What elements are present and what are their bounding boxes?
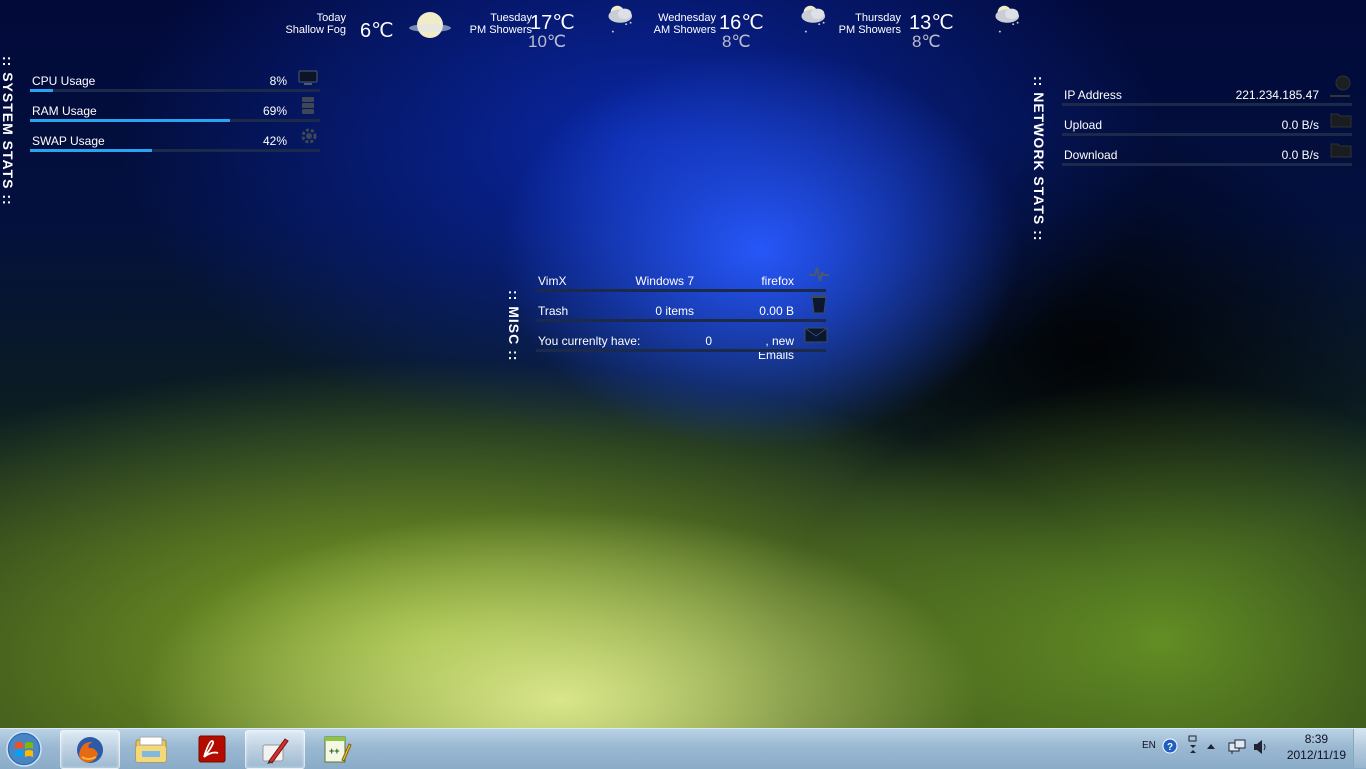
system-stats-title: :: SYSTEM STATS :: xyxy=(0,56,16,206)
ram-usage-track xyxy=(30,119,320,122)
network-stats-title: :: NETWORK STATS :: xyxy=(1031,76,1047,242)
ip-address-value: 221.234.185.47 xyxy=(1235,88,1319,102)
misc-row-system: VimX Windows 7 firefox xyxy=(536,267,829,300)
ram-usage-value: 69% xyxy=(262,104,287,118)
download-value: 0.0 B/s xyxy=(1281,148,1319,162)
download-track xyxy=(1062,163,1352,166)
pulse-icon xyxy=(809,267,829,282)
weather-day-label: Today Shallow Fog xyxy=(266,12,346,36)
showers-icon xyxy=(995,5,1020,33)
cpu-usage-label: CPU Usage xyxy=(32,74,96,88)
taskbar-firefox-button[interactable] xyxy=(60,730,120,769)
trash-items: 0 items xyxy=(655,304,694,318)
trash-icon[interactable] xyxy=(810,293,828,315)
fog-moon-icon xyxy=(409,12,451,38)
show-desktop-button[interactable] xyxy=(1353,729,1366,768)
chevron-up-icon[interactable] xyxy=(1206,742,1216,750)
folder-icon xyxy=(1330,113,1352,128)
clock-date: 2012/11/19 xyxy=(1286,748,1346,762)
email-count: 0 xyxy=(705,334,712,348)
upload-track xyxy=(1062,133,1352,136)
globe-icon xyxy=(1330,75,1351,97)
misc-browser-name: firefox xyxy=(761,274,794,288)
ram-usage-fill xyxy=(30,119,230,122)
swap-usage-value: 42% xyxy=(262,134,287,148)
misc-row-email: You currenlty have: 0 , new Emails xyxy=(536,327,828,362)
upload-value: 0.0 B/s xyxy=(1281,118,1319,132)
monitor-icon xyxy=(298,70,318,85)
swap-usage-label: SWAP Usage xyxy=(32,134,105,148)
windows-start-icon[interactable] xyxy=(4,730,44,768)
gear-icon xyxy=(301,128,317,144)
weather-day-label: Tuesday PM Showers xyxy=(452,12,532,36)
upload-row: Upload 0.0 B/s xyxy=(1062,113,1352,144)
taskbar-paint-button[interactable] xyxy=(245,730,305,769)
options-icon[interactable] xyxy=(1187,735,1199,755)
weather-condition: AM Showers xyxy=(653,24,716,36)
folder-icon xyxy=(1330,143,1352,158)
paint-icon xyxy=(262,738,289,764)
swap-usage-fill xyxy=(30,149,152,152)
misc-track xyxy=(536,289,826,292)
notepad-plus-icon: ++ xyxy=(324,736,352,763)
misc-title: :: MISC :: xyxy=(506,290,522,362)
trash-size: 0.00 B xyxy=(759,304,794,318)
taskbar-notepad-plus-button[interactable]: ++ xyxy=(307,730,365,767)
weather-condition: Shallow Fog xyxy=(285,24,346,36)
ip-address-label: IP Address xyxy=(1064,88,1122,102)
weather-day-name: Tuesday xyxy=(490,12,532,24)
taskbar-explorer-button[interactable] xyxy=(121,730,179,767)
ip-address-row: IP Address 221.234.185.47 xyxy=(1062,75,1352,114)
misc-track xyxy=(536,319,826,322)
ram-usage-row: RAM Usage 69% xyxy=(30,97,320,130)
ram-icon xyxy=(302,97,314,114)
clock[interactable]: 8:39 2012/11/19 xyxy=(1287,731,1346,763)
upload-label: Upload xyxy=(1064,118,1103,132)
language-indicator[interactable]: EN xyxy=(1142,740,1156,751)
clock-time: 8:39 xyxy=(1304,732,1329,746)
help-icon[interactable]: ? xyxy=(1162,738,1178,754)
weather-condition: PM Showers xyxy=(838,24,901,36)
weather-low-temp: 8℃ xyxy=(722,32,751,51)
mail-icon[interactable] xyxy=(804,327,828,343)
desktop[interactable]: :: SYSTEM STATS :: CPU Usage 8% RAM Usag… xyxy=(0,0,1366,728)
svg-text:?: ? xyxy=(1167,742,1173,753)
misc-app-name: VimX xyxy=(538,274,567,288)
weather-day-name: Today xyxy=(316,12,346,24)
cpu-usage-value: 8% xyxy=(269,74,287,88)
weather-low-temp: 10℃ xyxy=(528,32,567,51)
email-suffix: , new Emails xyxy=(757,334,794,362)
email-label: You currenlty have: xyxy=(538,334,641,348)
misc-row-trash[interactable]: Trash 0 items 0.00 B xyxy=(536,295,827,330)
misc-track xyxy=(536,349,826,352)
ram-usage-label: RAM Usage xyxy=(32,104,97,118)
firefox-icon xyxy=(77,737,103,763)
cpu-usage-fill xyxy=(30,89,53,92)
ip-address-track xyxy=(1062,103,1352,106)
volume-icon[interactable] xyxy=(1252,739,1270,755)
weather-day-name: Thursday xyxy=(855,12,901,24)
network-icon[interactable] xyxy=(1228,739,1246,755)
misc-os-name: Windows 7 xyxy=(635,274,694,288)
weather-day-label: Thursday PM Showers xyxy=(821,12,901,36)
weather-day-label: Wednesday AM Showers xyxy=(636,12,716,36)
explorer-icon xyxy=(135,736,167,763)
svg-text:++: ++ xyxy=(329,746,340,756)
cpu-usage-row: CPU Usage 8% xyxy=(30,70,320,100)
weather-temp: 6℃ xyxy=(360,20,394,42)
weather-day-name: Wednesday xyxy=(658,12,716,24)
download-label: Download xyxy=(1064,148,1118,162)
weather-condition: PM Showers xyxy=(469,24,532,36)
cpu-usage-track xyxy=(30,89,320,92)
swap-usage-row: SWAP Usage 42% xyxy=(30,128,320,160)
trash-label: Trash xyxy=(538,304,569,318)
weather-low-temp: 8℃ xyxy=(912,32,941,51)
download-row: Download 0.0 B/s xyxy=(1062,143,1352,174)
acrobat-icon xyxy=(198,735,226,763)
swap-usage-track xyxy=(30,149,320,152)
taskbar-acrobat-button[interactable] xyxy=(183,730,241,767)
